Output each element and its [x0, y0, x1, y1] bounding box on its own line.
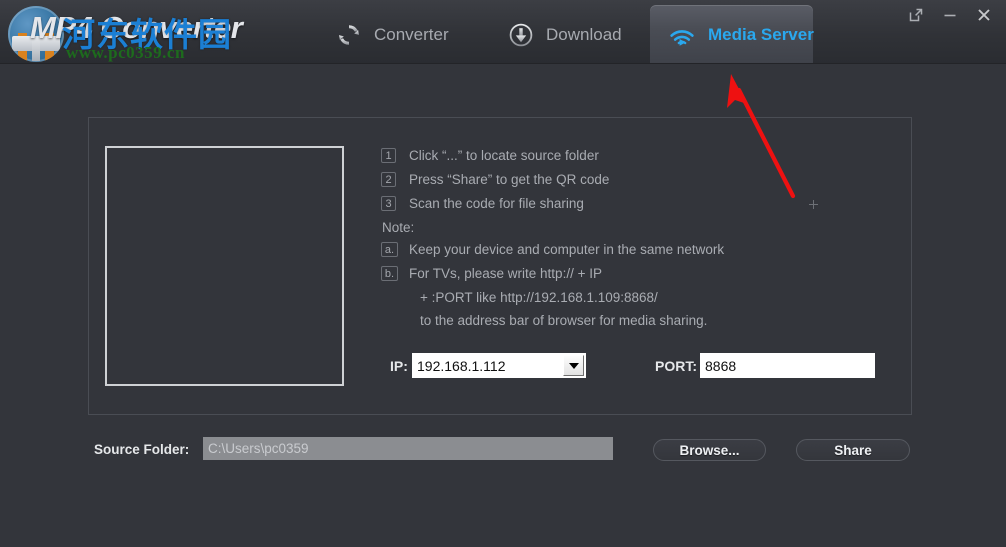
- tab-converter[interactable]: Converter: [318, 5, 467, 64]
- restore-icon[interactable]: [908, 7, 924, 23]
- app-brand: MP4 Converter 河东软件园 www.pc0359.cn: [0, 0, 330, 64]
- chevron-down-icon[interactable]: [563, 355, 584, 376]
- ip-value: 192.168.1.112: [417, 357, 506, 374]
- note-item: b. For TVs, please write http:// + IP: [381, 264, 851, 285]
- title-bar: MP4 Converter 河东软件园 www.pc0359.cn Conver…: [0, 0, 1006, 64]
- refresh-icon: [336, 22, 362, 48]
- cast-icon: [668, 23, 696, 47]
- window-controls: [908, 0, 1000, 30]
- share-button[interactable]: Share: [796, 439, 910, 461]
- source-folder-value: C:\Users\pc0359: [208, 441, 309, 456]
- header-divider: [0, 63, 1006, 64]
- step-text: Press “Share” to get the QR code: [409, 172, 610, 187]
- note-continuation: + :PORT like http://192.168.1.109:8868/: [420, 290, 658, 305]
- note-text: Keep your device and computer in the sam…: [409, 242, 725, 257]
- note-letter: b.: [381, 266, 398, 281]
- note-continuation: to the address bar of browser for media …: [420, 313, 708, 328]
- note-item: a. Keep your device and computer in the …: [381, 240, 851, 261]
- ip-select[interactable]: 192.168.1.112: [412, 353, 586, 378]
- instructions-block: 1 Click “...” to locate source folder 2 …: [381, 146, 851, 334]
- minimize-icon[interactable]: [942, 7, 958, 23]
- source-folder-input[interactable]: C:\Users\pc0359: [203, 437, 613, 460]
- watermark-url: www.pc0359.cn: [66, 43, 185, 62]
- instruction-step: 2 Press “Share” to get the QR code: [381, 170, 851, 191]
- browse-button[interactable]: Browse...: [653, 439, 766, 461]
- port-label: PORT:: [655, 358, 697, 374]
- note-text: For TVs, please write http:// + IP: [409, 266, 602, 281]
- port-input[interactable]: 8868: [700, 353, 875, 378]
- qr-code-display: [105, 146, 344, 386]
- tab-download-label: Download: [546, 24, 622, 44]
- port-value: 8868: [705, 357, 737, 374]
- download-icon: [508, 22, 534, 48]
- tab-converter-label: Converter: [374, 24, 449, 44]
- step-number: 3: [381, 196, 396, 211]
- note-heading: Note:: [382, 220, 415, 235]
- ip-label: IP:: [390, 358, 408, 374]
- step-text: Click “...” to locate source folder: [409, 148, 599, 163]
- step-number: 1: [381, 148, 396, 163]
- tab-media-server-label: Media Server: [708, 24, 814, 44]
- step-text: Scan the code for file sharing: [409, 196, 584, 211]
- tab-media-server[interactable]: Media Server: [650, 5, 814, 64]
- instruction-step: 1 Click “...” to locate source folder: [381, 146, 851, 167]
- step-number: 2: [381, 172, 396, 187]
- instruction-step: 3 Scan the code for file sharing: [381, 194, 851, 215]
- close-icon[interactable]: [976, 7, 992, 23]
- note-letter: a.: [381, 242, 398, 257]
- tab-download[interactable]: Download: [490, 5, 640, 64]
- source-folder-label: Source Folder:: [94, 442, 190, 457]
